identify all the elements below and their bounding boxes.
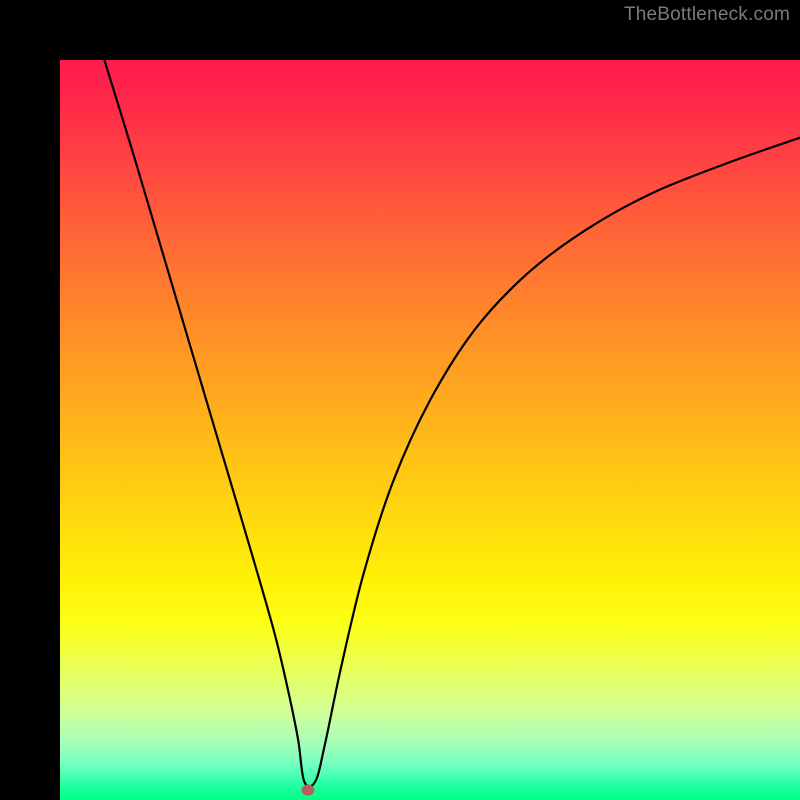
- bottleneck-curve: [60, 60, 800, 800]
- watermark-text: TheBottleneck.com: [624, 4, 790, 26]
- optimal-point-marker: [301, 784, 314, 795]
- chart-frame: [0, 0, 800, 800]
- plot-area: [60, 60, 800, 800]
